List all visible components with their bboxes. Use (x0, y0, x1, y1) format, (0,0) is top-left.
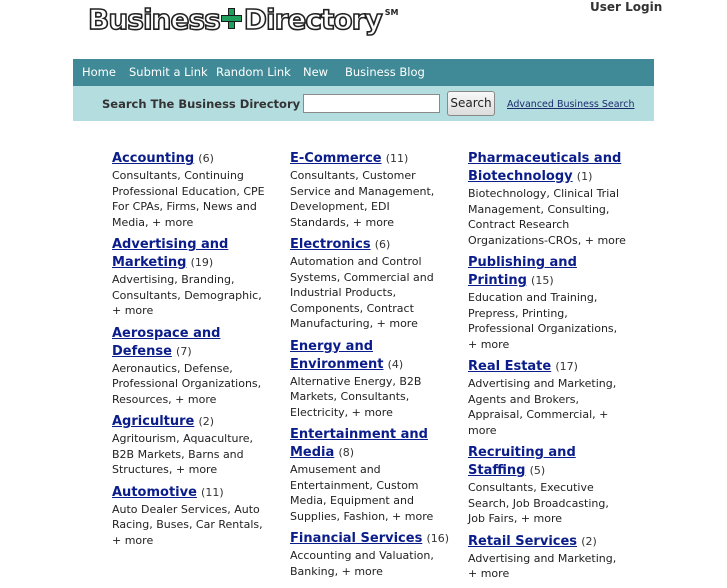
category-item: Pharmaceuticals and Biotechnology (1) Bio… (468, 150, 628, 248)
category-count: (6) (374, 238, 391, 251)
category-subcategories: Alternative Energy, B2B Markets, Consult… (290, 374, 422, 419)
category-title: E-Commerce (11) (290, 150, 450, 168)
category-item: Publishing and Printing (15) Education an… (468, 254, 628, 352)
category-count: (7) (176, 344, 192, 358)
category-item: Automotive (11) Auto Dealer Services, Aut… (112, 484, 272, 549)
category-link[interactable]: Entertainment and Media (290, 427, 428, 460)
category-count: (11) (201, 485, 224, 499)
category-subcategories: Agritourism, Aquaculture, B2B Markets, B… (112, 432, 254, 476)
search-label: Search The Business Directory Here (102, 97, 336, 111)
nav-random-link[interactable]: Random Link (216, 65, 291, 79)
category-subcategories: Education and Training, Prepress, Printi… (468, 291, 618, 351)
category-link[interactable]: Automotive (112, 485, 197, 500)
category-count: (17) (555, 360, 578, 373)
category-count: (16) (426, 532, 450, 545)
search-button[interactable]: Search (447, 91, 495, 116)
category-title: Entertainment and Media (8) (290, 426, 450, 462)
category-title: Real Estate (17) (468, 358, 628, 376)
category-title: Retail Services (2) (468, 533, 628, 551)
category-item: Advertising and Marketing (19) Advertisin… (112, 236, 272, 319)
category-link[interactable]: Recruiting and Staffing (468, 445, 576, 478)
category-column: Accounting (6) Consultants, Continuing Pr… (112, 150, 272, 554)
category-subcategories: Automation and Control Systems, Commerci… (290, 255, 434, 330)
category-subcategories: Biotechnology, Clinical Trial Management… (468, 187, 626, 247)
category-title: Recruiting and Staffing (5) (468, 444, 628, 480)
category-link[interactable]: Energy and Environment (290, 339, 384, 372)
nav-home[interactable]: Home (82, 65, 116, 79)
category-link[interactable]: Electronics (290, 237, 371, 252)
service-mark: SM (384, 8, 399, 17)
category-title: Electronics (6) (290, 236, 450, 254)
category-link[interactable]: Pharmaceuticals and Biotechnology (468, 151, 621, 184)
category-link[interactable]: Real Estate (468, 359, 551, 374)
category-item: Electronics (6) Automation and Control Sy… (290, 236, 450, 332)
search-input[interactable] (303, 94, 440, 113)
category-item: Retail Services (2) Advertising and Marke… (468, 533, 628, 582)
category-subcategories: Advertising, Branding, Consultants, Demo… (112, 273, 262, 317)
category-title: Advertising and Marketing (19) (112, 236, 272, 272)
category-subcategories: Amusement and Entertainment, Custom Medi… (290, 463, 434, 523)
category-count: (4) (387, 357, 404, 371)
category-subcategories: Auto Dealer Services, Auto Racing, Buses… (112, 502, 263, 547)
category-link[interactable]: Financial Services (290, 531, 422, 546)
category-column: Pharmaceuticals and Biotechnology (1) Bio… (468, 150, 628, 588)
category-link[interactable]: Accounting (112, 151, 194, 166)
nav-business-blog[interactable]: Business Blog (345, 65, 425, 79)
category-subcategories: Advertising and Marketing, + more (468, 551, 617, 581)
advanced-search-link[interactable]: Advanced Business Search (507, 99, 635, 110)
category-title: Pharmaceuticals and Biotechnology (1) (468, 150, 628, 186)
category-subcategories: Accounting and Valuation, Banking, + mor… (290, 549, 434, 578)
category-title: Aerospace and Defense (7) (112, 325, 272, 361)
site-logo[interactable]: Business Directory SM (87, 2, 399, 42)
category-count: (11) (385, 152, 409, 165)
category-subcategories: Consultants, Customer Service and Manage… (290, 169, 435, 229)
category-title: Energy and Environment (4) (290, 338, 450, 374)
plus-icon (220, 8, 243, 30)
nav-new[interactable]: New (303, 65, 328, 79)
category-title: Financial Services (16) (290, 530, 450, 548)
category-link[interactable]: Publishing and Printing (468, 255, 577, 288)
category-count: (6) (198, 152, 214, 165)
category-title: Automotive (11) (112, 484, 272, 502)
category-item: Entertainment and Media (8) Amusement and… (290, 426, 450, 524)
nav-submit-link[interactable]: Submit a Link (129, 65, 208, 79)
logo-text-directory: Directory (243, 2, 384, 37)
category-subcategories: Consultants, Continuing Professional Edu… (112, 169, 265, 229)
category-count: (8) (338, 446, 355, 459)
category-link[interactable]: Agriculture (112, 414, 194, 429)
category-count: (5) (529, 464, 546, 477)
category-item: Accounting (6) Consultants, Continuing Pr… (112, 150, 272, 230)
category-title: Publishing and Printing (15) (468, 254, 628, 290)
search-bar: Search The Business Directory Here Searc… (73, 86, 654, 121)
category-subcategories: Consultants, Executive Search, Job Broad… (468, 481, 609, 525)
category-subcategories: Aeronautics, Defense, Professional Organ… (112, 361, 262, 406)
category-count: (1) (576, 170, 593, 183)
category-item: Energy and Environment (4) Alternative En… (290, 338, 450, 421)
category-item: Real Estate (17) Advertising and Marketin… (468, 358, 628, 438)
category-count: (15) (531, 274, 554, 287)
main-nav: Home Submit a Link Random Link New Busin… (73, 59, 654, 86)
user-login-link[interactable]: User Login (590, 0, 662, 14)
category-count: (19) (190, 256, 214, 269)
category-title: Agriculture (2) (112, 413, 272, 431)
logo-text-business: Business (87, 2, 221, 37)
category-item: Financial Services (16) Accounting and Va… (290, 530, 450, 579)
category-item: Recruiting and Staffing (5) Consultants, … (468, 444, 628, 527)
category-item: E-Commerce (11) Consultants, Customer Ser… (290, 150, 450, 230)
category-link[interactable]: Aerospace and Defense (112, 326, 220, 359)
category-link[interactable]: Retail Services (468, 534, 577, 549)
category-subcategories: Advertising and Marketing, Agents and Br… (468, 377, 617, 437)
category-count: (2) (198, 415, 215, 428)
category-link[interactable]: E-Commerce (290, 151, 382, 166)
category-column: E-Commerce (11) Consultants, Customer Ser… (290, 150, 450, 585)
category-item: Agriculture (2) Agritourism, Aquaculture,… (112, 413, 272, 478)
category-title: Accounting (6) (112, 150, 272, 168)
category-item: Aerospace and Defense (7) Aeronautics, De… (112, 325, 272, 408)
category-count: (2) (581, 534, 597, 548)
